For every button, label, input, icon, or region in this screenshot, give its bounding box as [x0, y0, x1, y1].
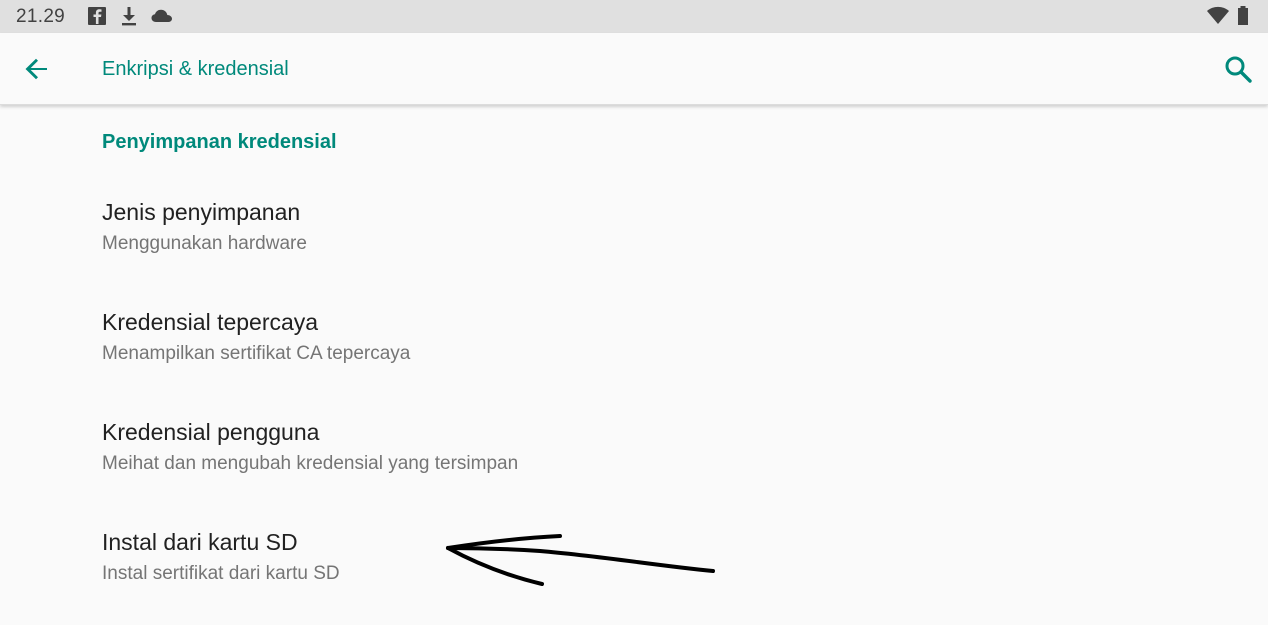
page-title: Enkripsi & kredensial — [102, 58, 289, 80]
download-icon — [118, 5, 140, 27]
pref-summary: Menggunakan hardware — [102, 233, 307, 254]
pref-storage-type[interactable]: Jenis penyimpanan Menggunakan hardware — [0, 185, 1268, 295]
status-bar: 21.29 — [0, 0, 1268, 33]
pref-summary: Instal sertifikat dari kartu SD — [102, 563, 340, 584]
pref-summary: Menampilkan sertifikat CA tepercaya — [102, 343, 411, 364]
cloud-icon — [150, 5, 172, 27]
pref-title: Instal dari kartu SD — [102, 529, 298, 555]
section-header: Penyimpanan kredensial — [102, 131, 337, 153]
pref-install-from-sd[interactable]: Instal dari kartu SD Instal sertifikat d… — [0, 515, 1268, 625]
pref-title: Kredensial pengguna — [102, 419, 320, 445]
facebook-icon — [86, 5, 108, 27]
search-icon — [1225, 56, 1252, 83]
battery-icon — [1236, 5, 1258, 27]
arrow-back-icon — [25, 58, 47, 80]
pref-trusted-credentials[interactable]: Kredensial tepercaya Menampilkan sertifi… — [0, 295, 1268, 405]
pref-summary: Meihat dan mengubah kredensial yang ters… — [102, 453, 519, 474]
settings-list: Penyimpanan kredensial Jenis penyimpanan… — [0, 105, 1268, 616]
search-button[interactable] — [1214, 45, 1262, 93]
status-time: 21.29 — [16, 6, 66, 27]
wifi-icon — [1206, 5, 1229, 27]
pref-user-credentials[interactable]: Kredensial pengguna Meihat dan mengubah … — [0, 405, 1268, 515]
pref-title: Kredensial tepercaya — [102, 309, 319, 335]
back-button[interactable] — [12, 45, 60, 93]
app-bar: Enkripsi & kredensial — [0, 33, 1268, 105]
pref-title: Jenis penyimpanan — [102, 199, 301, 225]
